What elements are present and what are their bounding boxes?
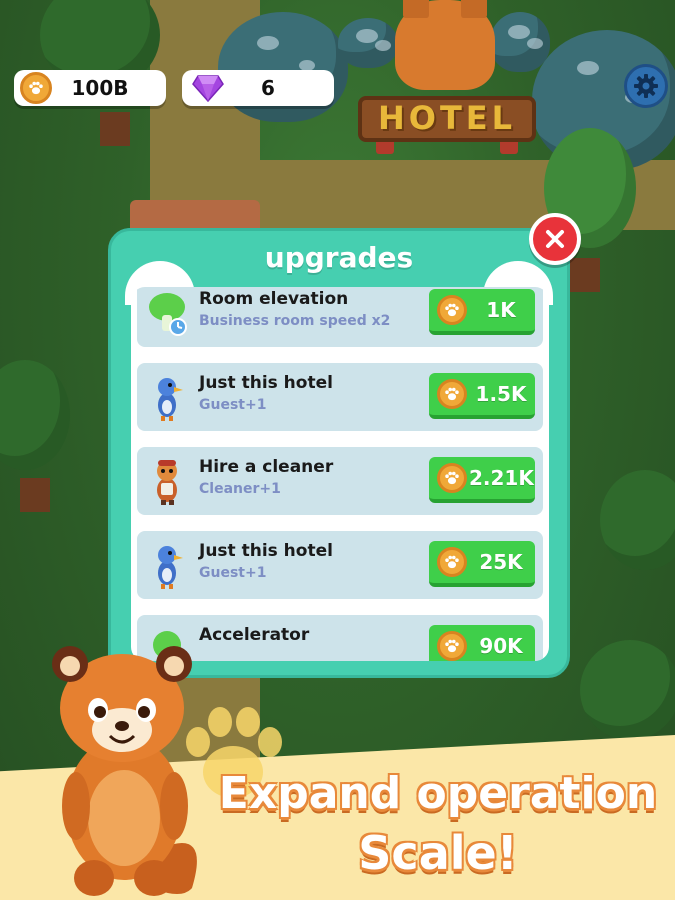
bird-guest-icon <box>158 546 183 589</box>
cleaner-character-icon <box>157 460 177 505</box>
promo-subheadline: Scale! <box>358 826 518 880</box>
settings-button[interactable] <box>624 64 668 108</box>
upgrades-panel: upgrades Room elevation Business room sp… <box>108 228 570 678</box>
paw-coin-icon <box>437 463 467 493</box>
red-panda-mascot <box>52 646 197 896</box>
mushroom-clock-icon <box>149 293 187 336</box>
tree <box>600 470 675 570</box>
tree-trunk <box>20 478 50 512</box>
upgrade-title: Just this hotel <box>199 541 333 561</box>
buy-upgrade-button[interactable]: 2.21K <box>429 457 535 503</box>
upgrade-price: 1K <box>486 298 516 322</box>
buy-upgrade-button[interactable]: 90K <box>429 625 535 661</box>
mushroom-tree <box>490 12 550 72</box>
bird-guest-icon <box>158 378 183 421</box>
fox-mascot-statue <box>395 0 495 90</box>
upgrade-price: 90K <box>479 634 523 658</box>
upgrade-price: 25K <box>479 550 523 574</box>
paw-coin-icon <box>437 379 467 409</box>
mushroom-tree <box>338 18 398 68</box>
upgrade-price: 1.5K <box>475 382 527 406</box>
tree <box>0 360 70 470</box>
paw-coin-icon <box>437 631 467 661</box>
tree <box>580 640 675 740</box>
hotel-sign: HOTEL <box>358 96 536 142</box>
buy-upgrade-button[interactable]: 1.5K <box>429 373 535 419</box>
panel-title: upgrades <box>264 241 414 274</box>
upgrade-row: Hire a cleaner Cleaner+1 2.21K <box>137 447 543 515</box>
upgrade-row: Room elevation Business room speed x2 1K <box>137 287 543 347</box>
tree-trunk <box>570 258 600 292</box>
upgrade-title: Hire a cleaner <box>199 457 334 477</box>
coin-amount: 100B <box>71 76 129 100</box>
fox-ear <box>461 0 487 18</box>
upgrade-title: Room elevation <box>199 289 349 309</box>
upgrade-subtitle: Business room speed x2 <box>199 313 391 329</box>
upgrade-title: Just this hotel <box>199 373 333 393</box>
close-button[interactable] <box>529 213 581 265</box>
tree-trunk <box>100 112 130 146</box>
fox-ear <box>403 0 429 18</box>
buy-upgrade-button[interactable]: 25K <box>429 541 535 587</box>
upgrade-subtitle: Guest+1 <box>199 397 267 413</box>
upgrade-subtitle: Cleaner+1 <box>199 481 281 497</box>
promo-headline: Expand operation <box>218 768 658 819</box>
coin-counter: 100B <box>14 70 166 106</box>
close-icon <box>546 230 564 248</box>
upgrade-row: Just this hotel Guest+1 1.5K <box>137 363 543 431</box>
upgrade-row: Just this hotel Guest+1 25K <box>137 531 543 599</box>
gear-icon <box>634 74 658 98</box>
buy-upgrade-button[interactable]: 1K <box>429 289 535 335</box>
upgrade-subtitle: Guest+1 <box>199 565 267 581</box>
upgrade-title: Accelerator <box>199 625 310 645</box>
gem-amount: 6 <box>261 76 275 100</box>
gem-counter: 6 <box>182 70 334 106</box>
paw-coin-icon <box>437 547 467 577</box>
upgrades-list[interactable]: Room elevation Business room speed x2 1K… <box>131 287 549 661</box>
upgrade-price: 2.21K <box>469 466 534 490</box>
paw-coin-icon <box>437 295 467 325</box>
